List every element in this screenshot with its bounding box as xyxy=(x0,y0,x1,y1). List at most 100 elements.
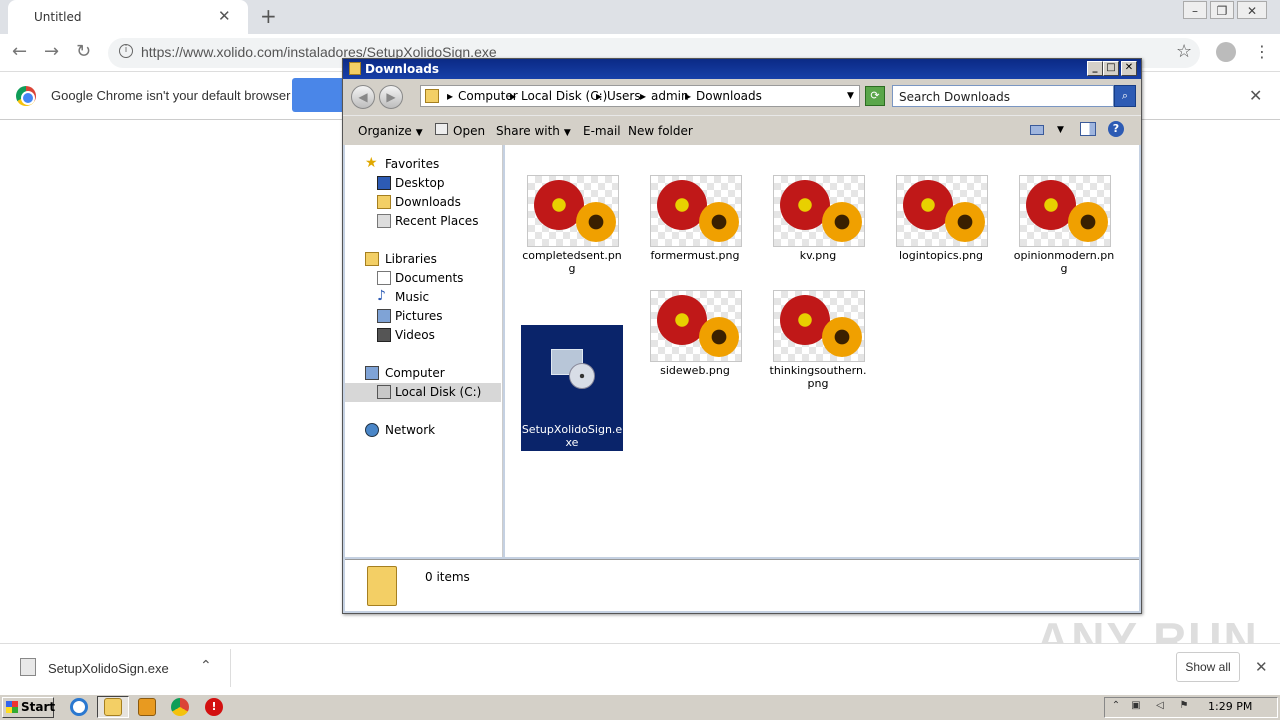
volume-icon[interactable]: ◁ xyxy=(1154,700,1166,712)
show-hidden-icons[interactable]: ⌃ xyxy=(1110,700,1122,712)
nav-pictures[interactable]: Pictures xyxy=(345,307,501,326)
close-window-icon[interactable]: ✕ xyxy=(1237,1,1267,19)
info-icon[interactable]: i xyxy=(119,44,133,58)
email-button[interactable]: E-mail xyxy=(583,124,621,138)
explorer-maximize-button[interactable]: □ xyxy=(1103,61,1119,76)
organize-label: Organize xyxy=(358,124,412,138)
refresh-icon[interactable]: ⟳ xyxy=(865,86,885,106)
file-item[interactable]: opinionmodern.png xyxy=(1013,169,1115,293)
file-item-selected[interactable]: SetupXolidoSign.exe xyxy=(521,325,623,451)
file-name: kv.png xyxy=(799,249,837,262)
chrome-logo-icon xyxy=(16,86,36,106)
chrome-taskbar-icon[interactable] xyxy=(171,698,189,716)
back-icon[interactable]: ← xyxy=(12,41,27,62)
folder-icon xyxy=(425,89,439,103)
breadcrumb-separator[interactable]: ▸ xyxy=(685,89,691,103)
organize-button[interactable]: Organize ▼ xyxy=(358,124,423,138)
tab-close-icon[interactable]: ✕ xyxy=(218,7,231,25)
open-button[interactable]: Open xyxy=(453,124,485,138)
new-tab-button[interactable]: + xyxy=(260,4,277,28)
preview-pane-icon[interactable] xyxy=(1080,122,1096,136)
file-item[interactable]: completedsent.png xyxy=(521,169,623,293)
nav-network[interactable]: Network xyxy=(345,421,501,440)
profile-avatar[interactable] xyxy=(1216,42,1236,62)
forward-button[interactable]: ▶ xyxy=(379,85,403,109)
star-icon: ★ xyxy=(365,155,378,171)
reload-icon[interactable]: ↻ xyxy=(76,41,91,62)
back-button[interactable]: ◀ xyxy=(351,85,375,109)
nav-label: Local Disk (C:) xyxy=(395,385,482,399)
nav-videos[interactable]: Videos xyxy=(345,326,501,345)
new-folder-button[interactable]: New folder xyxy=(628,124,693,138)
taskbar xyxy=(0,694,1280,720)
dropdown-arrow-icon: ▼ xyxy=(415,128,423,138)
breadcrumb-users[interactable]: Users xyxy=(607,89,641,103)
action-center-flag-icon[interactable]: ⚑ xyxy=(1178,700,1190,712)
navigation-pane: ★ Favorites Desktop Downloads Recent Plac… xyxy=(345,145,503,557)
forward-icon[interactable]: → xyxy=(44,41,59,62)
search-input[interactable]: Search Downloads xyxy=(892,85,1114,107)
views-icon[interactable] xyxy=(1030,125,1044,135)
minimize-icon[interactable]: – xyxy=(1183,1,1207,19)
history-dropdown-icon[interactable]: ▼ xyxy=(847,91,854,101)
image-thumbnail xyxy=(773,290,865,362)
ie-icon[interactable] xyxy=(70,698,88,716)
views-dropdown-icon[interactable]: ▼ xyxy=(1057,125,1064,135)
restore-icon[interactable]: ❐ xyxy=(1210,1,1234,19)
file-item[interactable]: sideweb.png xyxy=(644,284,746,408)
chrome-menu-icon[interactable]: ⋮ xyxy=(1254,42,1270,61)
breadcrumb-separator[interactable]: ▸ xyxy=(447,89,453,103)
help-icon[interactable]: ? xyxy=(1108,121,1124,137)
breadcrumb-bar[interactable]: ▸ Computer ▸ Local Disk (C:) ▸ Users ▸ a… xyxy=(420,85,860,107)
nav-favorites[interactable]: ★ Favorites xyxy=(345,155,501,174)
nav-label: Videos xyxy=(395,328,435,342)
search-icon[interactable]: ⌕ xyxy=(1114,85,1136,107)
breadcrumb-separator[interactable]: ▸ xyxy=(510,89,516,103)
pictures-icon xyxy=(377,309,391,323)
breadcrumb-local-disk[interactable]: Local Disk (C:) xyxy=(521,89,607,103)
file-icon xyxy=(20,658,36,676)
nav-label: Pictures xyxy=(395,309,443,323)
open-icon xyxy=(435,123,448,135)
breadcrumb-separator[interactable]: ▸ xyxy=(596,89,602,103)
nav-music[interactable]: ♪ Music xyxy=(345,288,501,307)
nav-computer[interactable]: Computer xyxy=(345,364,501,383)
breadcrumb-admin[interactable]: admin xyxy=(651,89,689,103)
file-name: completedsent.png xyxy=(522,249,622,275)
nav-local-disk[interactable]: Local Disk (C:) xyxy=(345,383,501,402)
nav-downloads[interactable]: Downloads xyxy=(345,193,501,212)
explorer-titlebar[interactable]: Downloads _ □ ✕ xyxy=(343,59,1141,79)
file-item[interactable]: kv.png xyxy=(767,169,869,293)
nav-recent-places[interactable]: Recent Places xyxy=(345,212,501,231)
chevron-up-icon[interactable]: ⌃ xyxy=(200,658,212,674)
breadcrumb-separator[interactable]: ▸ xyxy=(640,89,646,103)
breadcrumb-computer[interactable]: Computer xyxy=(458,89,518,103)
nav-libraries[interactable]: Libraries xyxy=(345,250,501,269)
media-player-icon[interactable] xyxy=(138,698,156,716)
show-all-button[interactable]: Show all xyxy=(1176,652,1240,682)
file-item[interactable]: thinkingsouthern.png xyxy=(767,284,869,408)
folder-icon xyxy=(349,62,361,75)
explorer-close-button[interactable]: ✕ xyxy=(1121,61,1137,76)
file-item[interactable]: formermust.png xyxy=(644,169,746,293)
nav-documents[interactable]: Documents xyxy=(345,269,501,288)
bookmark-star-icon[interactable]: ☆ xyxy=(1176,41,1192,62)
explorer-minimize-button[interactable]: _ xyxy=(1087,61,1103,76)
file-item[interactable]: logintopics.png xyxy=(890,169,992,293)
stop-icon[interactable]: ! xyxy=(205,698,223,716)
explorer-window: Downloads _ □ ✕ ◀ ▶ ▸ Computer ▸ Local D… xyxy=(342,58,1142,614)
network-tray-icon[interactable]: ▣ xyxy=(1130,700,1142,712)
nav-label: Music xyxy=(395,290,430,304)
download-item[interactable]: SetupXolidoSign.exe xyxy=(48,661,169,676)
image-thumbnail xyxy=(527,175,619,247)
windows-logo-icon xyxy=(6,701,18,713)
nav-label: Libraries xyxy=(385,252,437,266)
image-thumbnail xyxy=(650,290,742,362)
share-with-button[interactable]: Share with ▼ xyxy=(496,124,571,138)
breadcrumb-downloads[interactable]: Downloads xyxy=(696,89,762,103)
downloads-close-icon[interactable]: ✕ xyxy=(1255,658,1268,676)
clock[interactable]: 1:29 PM xyxy=(1208,700,1252,713)
nav-desktop[interactable]: Desktop xyxy=(345,174,501,193)
infobar-close-icon[interactable]: ✕ xyxy=(1249,86,1262,105)
tab-title: Untitled xyxy=(34,10,82,24)
